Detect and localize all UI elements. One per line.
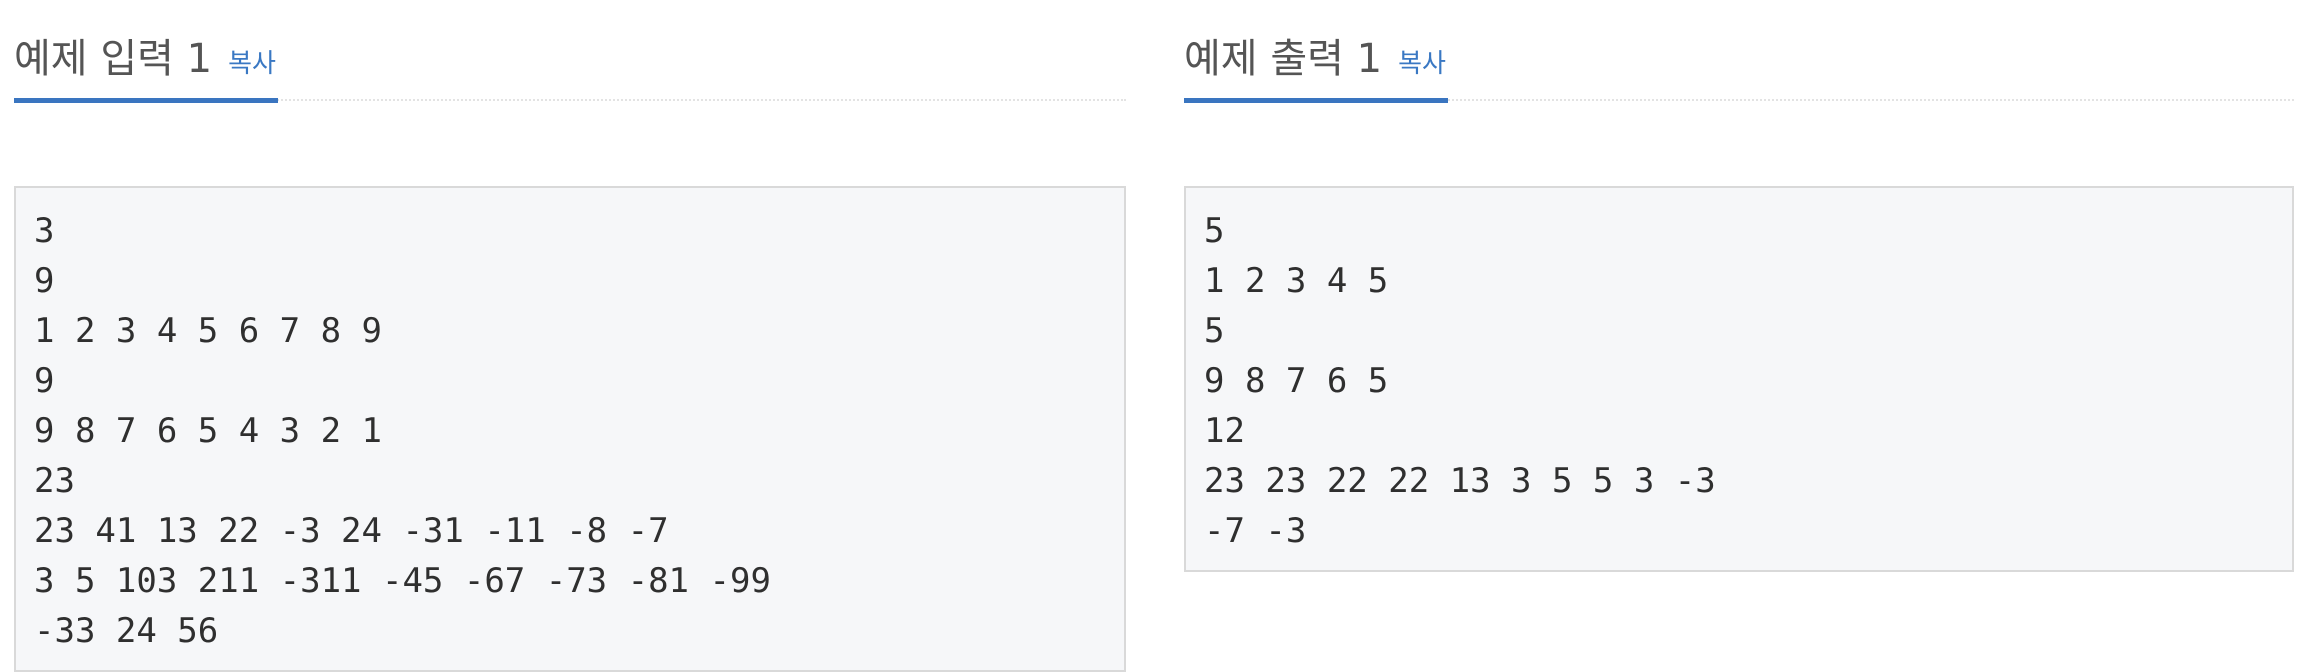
pre-line: 23 bbox=[34, 461, 75, 501]
pre-line: 23 41 13 22 -3 24 -31 -11 -8 -7 bbox=[34, 511, 669, 551]
pre-line: -33 24 56 bbox=[34, 611, 219, 651]
pre-line: -7 -3 bbox=[1204, 511, 1307, 551]
sample-input-box[interactable]: 3 9 1 2 3 4 5 6 7 8 9 9 9 8 7 6 5 4 3 2 1 23 2… bbox=[14, 186, 1126, 672]
sample-output-section: 예제 출력 1 복사 5 1 2 3 4 5 5 9 8 7 6 5 12 23 23 2… bbox=[1184, 0, 2294, 572]
pre-line: 23 23 22 22 13 3 5 5 3 -3 bbox=[1204, 461, 1716, 501]
sample-input-header: 예제 입력 1 복사 bbox=[14, 0, 1126, 104]
sample-output-header: 예제 출력 1 복사 bbox=[1184, 0, 2294, 104]
pre-line: 9 bbox=[34, 361, 55, 401]
copy-input-button[interactable]: 복사 bbox=[228, 43, 276, 80]
copy-output-button[interactable]: 복사 bbox=[1398, 43, 1446, 80]
sample-output-box[interactable]: 5 1 2 3 4 5 5 9 8 7 6 5 12 23 23 22 22 13 3 5… bbox=[1184, 186, 2294, 572]
pre-line: 12 bbox=[1204, 411, 1245, 451]
pre-line: 9 bbox=[34, 261, 55, 301]
header-active-underline bbox=[1184, 98, 1448, 103]
pre-line: 3 5 103 211 -311 -45 -67 -73 -81 -99 bbox=[34, 561, 771, 601]
sample-output-title: 예제 출력 1 bbox=[1184, 36, 1383, 82]
pre-line: 1 2 3 4 5 bbox=[1204, 261, 1389, 301]
pre-line: 9 8 7 6 5 4 3 2 1 bbox=[34, 411, 382, 451]
sample-input-title-wrap: 예제 입력 1 복사 bbox=[14, 24, 276, 94]
header-active-underline bbox=[14, 98, 278, 103]
pre-line: 9 8 7 6 5 bbox=[1204, 361, 1389, 401]
sample-output-title-wrap: 예제 출력 1 복사 bbox=[1184, 24, 1446, 94]
pre-line: 1 2 3 4 5 6 7 8 9 bbox=[34, 311, 382, 351]
pre-line: 3 bbox=[34, 211, 55, 251]
sample-input-title: 예제 입력 1 bbox=[14, 36, 213, 82]
pre-line: 5 bbox=[1204, 211, 1225, 251]
sample-input-section: 예제 입력 1 복사 3 9 1 2 3 4 5 6 7 8 9 9 9 8 7 6 5… bbox=[14, 0, 1126, 672]
pre-line: 5 bbox=[1204, 311, 1225, 351]
